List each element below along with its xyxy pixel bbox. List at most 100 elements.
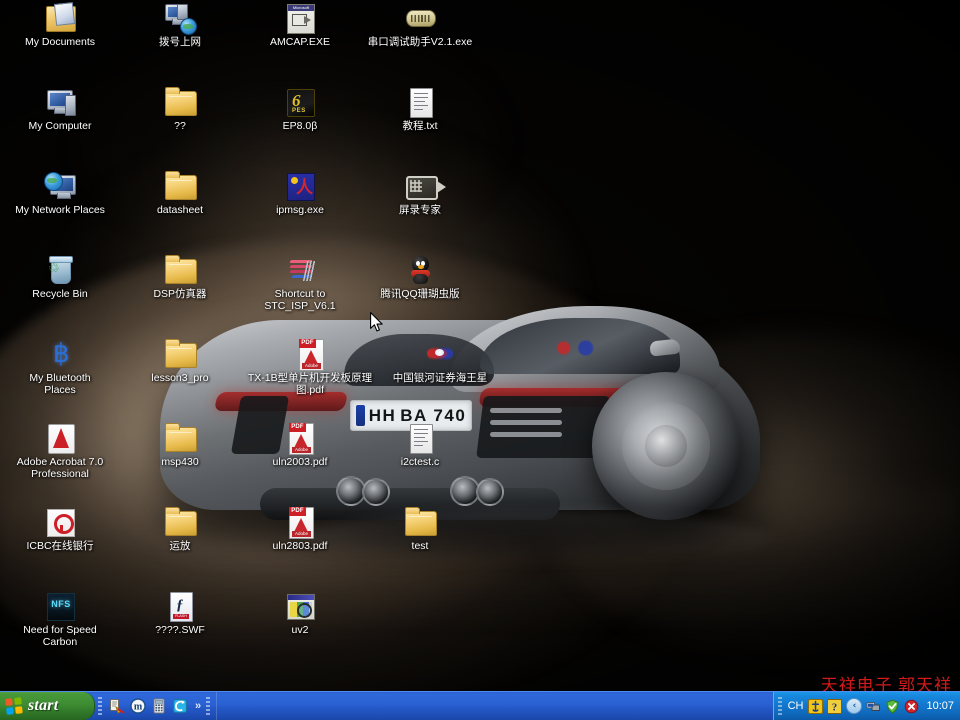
folder-icon [404, 506, 437, 538]
desktop-icon[interactable]: lesson3_pro [134, 338, 226, 385]
desktop-icon[interactable]: 教程.txt [374, 86, 466, 133]
desktop-icon-label: test [411, 540, 429, 552]
amcap-exe-icon: Microsoft [284, 2, 316, 34]
desktop-icon[interactable]: ICBC在线银行 [14, 506, 106, 553]
desktop-icon-label: uln2003.pdf [272, 456, 328, 468]
desktop-icon-label: My Bluetooth Places [29, 372, 94, 396]
desktop-icon-label: My Documents [24, 36, 96, 48]
desktop-icon[interactable]: ƒ FLASH ????.SWF [134, 590, 226, 637]
quick-launch-bar: m » [95, 692, 218, 720]
desktop-icon-label: ?? [174, 120, 186, 132]
quick-launch-drag-handle[interactable] [98, 697, 102, 715]
desktop-icon[interactable]: msp430 [134, 422, 226, 469]
desktop-icon-label: uv2 [291, 624, 309, 636]
nfs-carbon-icon: NFS [44, 590, 76, 622]
svg-text:m: m [134, 702, 143, 713]
network-connection-icon[interactable] [866, 699, 881, 714]
desktop-icon[interactable]: PDF Adobe uln2003.pdf [254, 422, 346, 469]
c-source-file-icon [404, 422, 436, 454]
taskbar: start m » CH ? ‹ 10:07 [0, 691, 960, 720]
calculator-icon[interactable] [151, 698, 167, 714]
quick-launch-end-handle[interactable] [206, 697, 211, 715]
taskbar-clock[interactable]: 10:07 [923, 700, 954, 712]
desktop-icon[interactable]: 腾讯QQ珊瑚虫版 [374, 254, 466, 301]
desktop-icon[interactable]: PDF Adobe uln2803.pdf [254, 506, 346, 553]
hide-inactive-icons-chevron[interactable]: ‹ [846, 698, 863, 714]
desktop-icon[interactable]: Shortcut to STC_ISP_V6.1 [254, 254, 346, 312]
ime-language-indicator[interactable]: CH [787, 700, 805, 712]
desktop-icon[interactable]: Adobe Acrobat 7.0 Professional [14, 422, 106, 480]
ime-input-method-icon[interactable] [808, 698, 824, 714]
desktop-icon-label: DSP仿真器 [153, 288, 207, 300]
start-button[interactable]: start [0, 692, 95, 720]
stc-isp-shortcut-icon [284, 254, 317, 286]
adobe-acrobat-icon [44, 422, 76, 454]
internet-explorer-icon[interactable] [172, 698, 188, 714]
system-tray: CH ? ‹ 10:07 [772, 692, 960, 720]
desktop-icon[interactable]: 拨号上网 [134, 2, 226, 49]
desktop-icon[interactable]: ฿ My Bluetooth Places [14, 338, 106, 396]
desktop-icon[interactable]: DSP仿真器 [134, 254, 226, 301]
folder-icon [164, 254, 197, 286]
text-file-icon [404, 86, 436, 118]
bluetooth-icon: ฿ [53, 339, 70, 369]
maxthon-browser-icon[interactable]: m [130, 698, 146, 714]
desktop-icon[interactable]: Microsoft AMCAP.EXE [254, 2, 346, 49]
ipmsg-icon: 人 [284, 170, 316, 202]
desktop-icon-label: msp430 [161, 456, 199, 468]
antivirus-shield-icon[interactable] [885, 699, 900, 714]
desktop-icon[interactable]: PDF Adobe TX-1B型单片机开发板原理图.pdf [244, 338, 376, 396]
desktop-icon-label: My Computer [28, 120, 92, 132]
desktop-icon-label: EP8.0β [282, 120, 318, 132]
galaxy-securities-icon [424, 338, 456, 370]
desktop-icon[interactable]: ?? [134, 86, 226, 133]
desktop-icon-label: Adobe Acrobat 7.0 Professional [16, 456, 104, 480]
security-alert-icon[interactable] [904, 699, 919, 714]
desktop-icon-label: Shortcut to STC_ISP_V6.1 [264, 288, 336, 312]
folder-icon [164, 422, 197, 454]
desktop-icon[interactable]: My Computer [14, 86, 106, 133]
network-places-icon [44, 170, 76, 202]
show-desktop-icon[interactable] [109, 698, 125, 714]
desktop-icon[interactable]: NFS Need for Speed Carbon [14, 590, 106, 648]
ime-help-icon[interactable]: ? [827, 698, 843, 714]
desktop-icon-label: ????.SWF [155, 624, 205, 636]
desktop-icon[interactable]: My Network Places [14, 170, 106, 217]
desktop-icon-layer: My Documents 拨号上网 Microsoft AMCAP.EXE 串口调试助手… [0, 0, 960, 720]
desktop-icon-label: datasheet [156, 204, 204, 216]
icbc-bank-icon [44, 506, 76, 538]
desktop-icon[interactable]: 中国银河证券海王星 [374, 338, 506, 385]
desktop-icon[interactable]: 运放 [134, 506, 226, 553]
desktop-icon-label: 运放 [169, 540, 191, 552]
pdf-file-icon: PDF Adobe [284, 422, 316, 455]
desktop-icon[interactable]: test [374, 506, 466, 553]
folder-icon [164, 506, 197, 538]
desktop-icon-label: Need for Speed Carbon [23, 624, 100, 648]
desktop-icon[interactable]: uv2 [254, 590, 346, 637]
desktop-icon-label: AMCAP.EXE [270, 36, 330, 48]
desktop-icon[interactable]: My Documents [14, 2, 106, 49]
desktop-icon[interactable]: ♲ Recycle Bin [14, 254, 106, 301]
desktop-icon[interactable]: datasheet [134, 170, 226, 217]
folder-icon [164, 338, 197, 370]
desktop-icon-label: uln2803.pdf [272, 540, 328, 552]
desktop-icon[interactable]: 6 PES EP8.0β [254, 86, 346, 133]
system-tray-drag-handle[interactable] [777, 697, 782, 715]
desktop-icon[interactable]: 屏录专家 [374, 170, 466, 217]
desktop-icon-label: 拨号上网 [159, 36, 201, 48]
flash-swf-icon: ƒ FLASH [164, 590, 196, 622]
desktop-icon-label: 串口调试助手V2.1.exe [367, 36, 473, 48]
desktop-icon[interactable]: 人 ipmsg.exe [254, 170, 346, 217]
quick-launch-overflow-chevron[interactable]: » [195, 700, 201, 712]
desktop-icon[interactable]: i2ctest.c [374, 422, 466, 469]
desktop-icon-label: 屏录专家 [399, 204, 441, 216]
desktop-icon-label: 教程.txt [402, 120, 438, 132]
start-button-label: start [28, 697, 59, 714]
desktop-icon-label: Recycle Bin [32, 288, 88, 300]
serial-debug-icon [404, 2, 436, 34]
desktop-icon-label: ipmsg.exe [276, 204, 324, 216]
desktop-icon-label: i2ctest.c [400, 456, 440, 468]
desktop-icon[interactable]: 串口调试助手V2.1.exe [354, 2, 486, 49]
pdf-file-icon: PDF Adobe [284, 506, 316, 539]
dial-up-icon [164, 2, 197, 35]
